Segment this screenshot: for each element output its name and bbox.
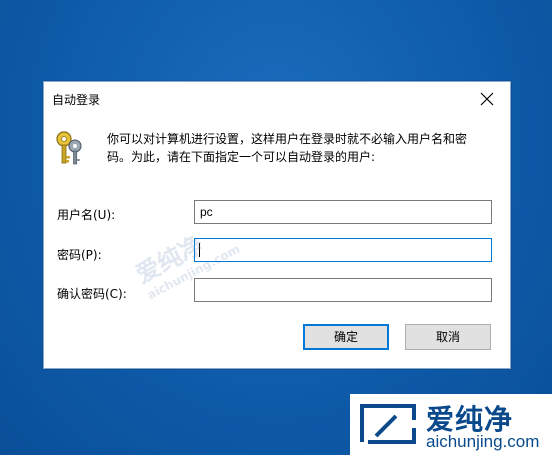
ok-button[interactable]: 确定: [303, 324, 389, 350]
close-button[interactable]: [464, 82, 510, 116]
password-label: 密码(P):: [57, 248, 102, 262]
confirm-password-field[interactable]: [194, 278, 492, 302]
watermark-logo-icon: [360, 404, 416, 444]
cancel-button[interactable]: 取消: [405, 324, 491, 350]
watermark-brand-url: aichunjing.com: [426, 432, 540, 451]
confirm-password-label: 确认密码(C):: [57, 287, 127, 301]
username-label: 用户名(U):: [57, 208, 116, 222]
auto-login-dialog: 自动登录 你可以对计算机进行设置，这样用户在登录时就不必输入用户名和密码。为此，…: [43, 81, 511, 369]
username-field[interactable]: pc: [194, 200, 492, 224]
close-icon: [480, 92, 494, 106]
brand-watermark: 爱纯净 aichunjing.com: [350, 394, 552, 455]
keys-icon: [56, 131, 82, 165]
dialog-titlebar: 自动登录: [44, 82, 510, 116]
dialog-description: 你可以对计算机进行设置，这样用户在登录时就不必输入用户名和密码。为此，请在下面指…: [107, 132, 468, 164]
dialog-title: 自动登录: [52, 93, 101, 107]
